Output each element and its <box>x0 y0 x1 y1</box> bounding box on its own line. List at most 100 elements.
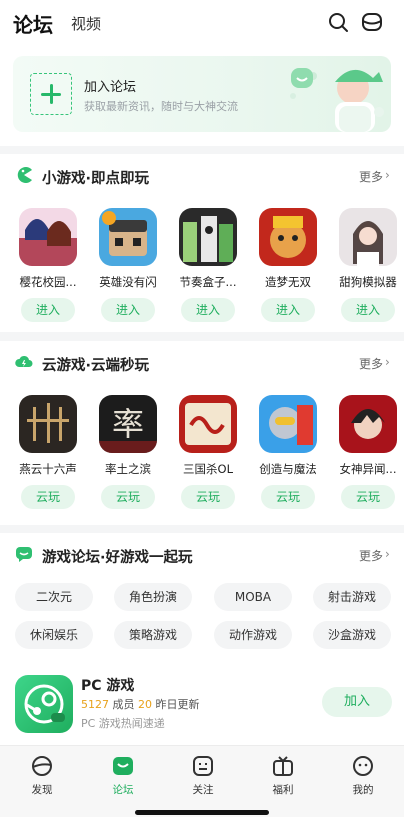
mini-games-list: 樱花校园... 进入 英雄没有闪 进入 节奏盒子... 进入 造梦无双 进入 甜… <box>0 208 404 328</box>
game-name: 三国杀OL <box>183 462 233 476</box>
bottom-nav: 发现 论坛 关注 福利 我的 <box>0 745 404 817</box>
tag-strategy[interactable]: 策略游戏 <box>114 621 192 649</box>
section-title: 云游戏·云端秒玩 <box>42 358 150 374</box>
join-forum-banner[interactable]: 加入论坛 获取最新资讯，随时与大神交流 <box>13 56 391 132</box>
cloud-play-button[interactable]: 云玩 <box>181 485 235 509</box>
chevron-right-icon[interactable]: › <box>385 547 390 561</box>
join-button[interactable]: 加入 <box>322 687 392 717</box>
game-icon-sweetdog[interactable] <box>339 208 397 266</box>
game-card[interactable]: 率 率土之滨 云玩 <box>91 395 163 515</box>
nav-discover[interactable]: 发现 <box>14 752 70 802</box>
pc-forum-desc: PC 游戏热闻速递 <box>81 717 165 730</box>
game-icon-dream[interactable] <box>259 208 317 266</box>
steam-icon[interactable] <box>15 675 73 733</box>
pacman-icon <box>17 167 32 183</box>
game-name: 英雄没有闪 <box>99 275 157 289</box>
more-link[interactable]: 更多 <box>359 168 383 185</box>
forum-icon <box>113 757 133 775</box>
cloud-play-button[interactable]: 云玩 <box>101 485 155 509</box>
message-icon[interactable] <box>361 11 383 33</box>
nav-label: 我的 <box>352 784 374 796</box>
forum-tags: 二次元 角色扮演 MOBA 射击游戏 休闲娱乐 策略游戏 动作游戏 沙盒游戏 <box>0 583 404 663</box>
tag-action[interactable]: 动作游戏 <box>214 621 292 649</box>
game-icon-persona[interactable] <box>339 395 397 453</box>
game-forum-section: 游戏论坛·好游戏一起玩 更多 › 二次元 角色扮演 MOBA 射击游戏 休闲娱乐… <box>0 533 404 745</box>
home-indicator <box>135 810 269 815</box>
game-card[interactable]: 英雄没有闪 进入 <box>91 208 163 328</box>
game-icon-sanguosha[interactable] <box>179 395 237 453</box>
tab-forum[interactable]: 论坛 <box>13 9 53 38</box>
update-count: 20 <box>138 698 152 711</box>
mascot-illustration <box>290 68 384 132</box>
cloud-play-button[interactable]: 云玩 <box>341 485 395 509</box>
game-name: 节奏盒子... <box>179 275 237 289</box>
nav-welfare[interactable]: 福利 <box>255 752 311 802</box>
chevron-right-icon[interactable]: › <box>385 168 390 182</box>
discover-icon <box>32 756 52 776</box>
game-icon-creation-magic[interactable] <box>259 395 317 453</box>
forum-page: 论坛 视频 加入论坛 获取最新资讯，随时与大神交流 小游戏·即点即玩 更多 › … <box>0 0 404 817</box>
tag-rpg[interactable]: 角色扮演 <box>114 583 192 611</box>
search-icon[interactable] <box>327 11 349 33</box>
svg-text:率: 率 <box>112 405 144 443</box>
game-card[interactable]: 创造与魔法 云玩 <box>251 395 323 515</box>
update-label: 昨日更新 <box>152 698 200 711</box>
game-card[interactable]: 樱花校园... 进入 <box>11 208 83 328</box>
game-card[interactable]: 三国杀OL 云玩 <box>171 395 243 515</box>
cloud-games-section: 云游戏·云端秒玩 更多 › 燕云十六声 云玩 率 率土之滨 云玩 三国杀OL 云… <box>0 341 404 525</box>
follow-icon <box>193 756 213 776</box>
game-name: 燕云十六声 <box>19 462 77 476</box>
tab-video[interactable]: 视频 <box>71 13 101 34</box>
mini-games-section: 小游戏·即点即玩 更多 › 樱花校园... 进入 英雄没有闪 进入 节奏盒子..… <box>0 154 404 332</box>
enter-button[interactable]: 进入 <box>101 298 155 322</box>
nav-label: 发现 <box>31 784 53 796</box>
game-card[interactable]: 燕云十六声 云玩 <box>11 395 83 515</box>
profile-icon <box>353 756 373 776</box>
more-link[interactable]: 更多 <box>359 547 383 564</box>
game-icon-hero[interactable] <box>99 208 157 266</box>
game-card[interactable]: 节奏盒子... 进入 <box>171 208 243 328</box>
cloud-play-button[interactable]: 云玩 <box>261 485 315 509</box>
game-name: 女神异闻... <box>339 462 397 476</box>
section-title: 小游戏·即点即玩 <box>42 171 150 187</box>
game-name: 甜狗模拟器 <box>339 275 397 289</box>
cloud-icon <box>15 355 33 367</box>
tag-shooter[interactable]: 射击游戏 <box>313 583 391 611</box>
tag-casual[interactable]: 休闲娱乐 <box>15 621 93 649</box>
tag-sandbox[interactable]: 沙盒游戏 <box>313 621 391 649</box>
nav-label: 关注 <box>192 784 214 796</box>
game-icon-sakura[interactable] <box>19 208 77 266</box>
member-count: 5127 <box>81 698 109 711</box>
pc-forum-title[interactable]: PC 游戏 <box>81 675 134 695</box>
cloud-play-button[interactable]: 云玩 <box>21 485 75 509</box>
tag-moba[interactable]: MOBA <box>214 583 292 611</box>
nav-forum[interactable]: 论坛 <box>95 752 151 802</box>
game-card[interactable]: 女神异闻... 云玩 <box>331 395 403 515</box>
nav-profile[interactable]: 我的 <box>335 752 391 802</box>
pc-forum-stats: 5127 成员 20 昨日更新 <box>81 696 200 712</box>
game-name: 造梦无双 <box>265 275 311 289</box>
gift-icon <box>273 756 293 776</box>
chat-bubble-icon <box>16 547 32 562</box>
enter-button[interactable]: 进入 <box>181 298 235 322</box>
game-icon-shuaitu[interactable]: 率 <box>99 395 157 453</box>
enter-button[interactable]: 进入 <box>261 298 315 322</box>
game-card[interactable]: 甜狗模拟器 进入 <box>331 208 403 328</box>
add-forum-icon[interactable] <box>30 73 72 115</box>
top-header: 论坛 视频 <box>0 0 404 46</box>
nav-follow[interactable]: 关注 <box>175 752 231 802</box>
section-header: 游戏论坛·好游戏一起玩 更多 › <box>0 533 404 577</box>
tag-anime[interactable]: 二次元 <box>15 583 93 611</box>
game-icon-rhythm[interactable] <box>179 208 237 266</box>
more-link[interactable]: 更多 <box>359 355 383 372</box>
game-card[interactable]: 造梦无双 进入 <box>251 208 323 328</box>
enter-button[interactable]: 进入 <box>21 298 75 322</box>
game-name: 率土之滨 <box>105 462 151 476</box>
banner-section: 加入论坛 获取最新资讯，随时与大神交流 <box>0 46 404 146</box>
section-title: 游戏论坛·好游戏一起玩 <box>42 550 193 566</box>
section-header: 小游戏·即点即玩 更多 › <box>0 154 404 198</box>
chevron-right-icon[interactable]: › <box>385 355 390 369</box>
banner-subtitle: 获取最新资讯，随时与大神交流 <box>84 100 238 113</box>
game-icon-yanyun[interactable] <box>19 395 77 453</box>
enter-button[interactable]: 进入 <box>341 298 395 322</box>
